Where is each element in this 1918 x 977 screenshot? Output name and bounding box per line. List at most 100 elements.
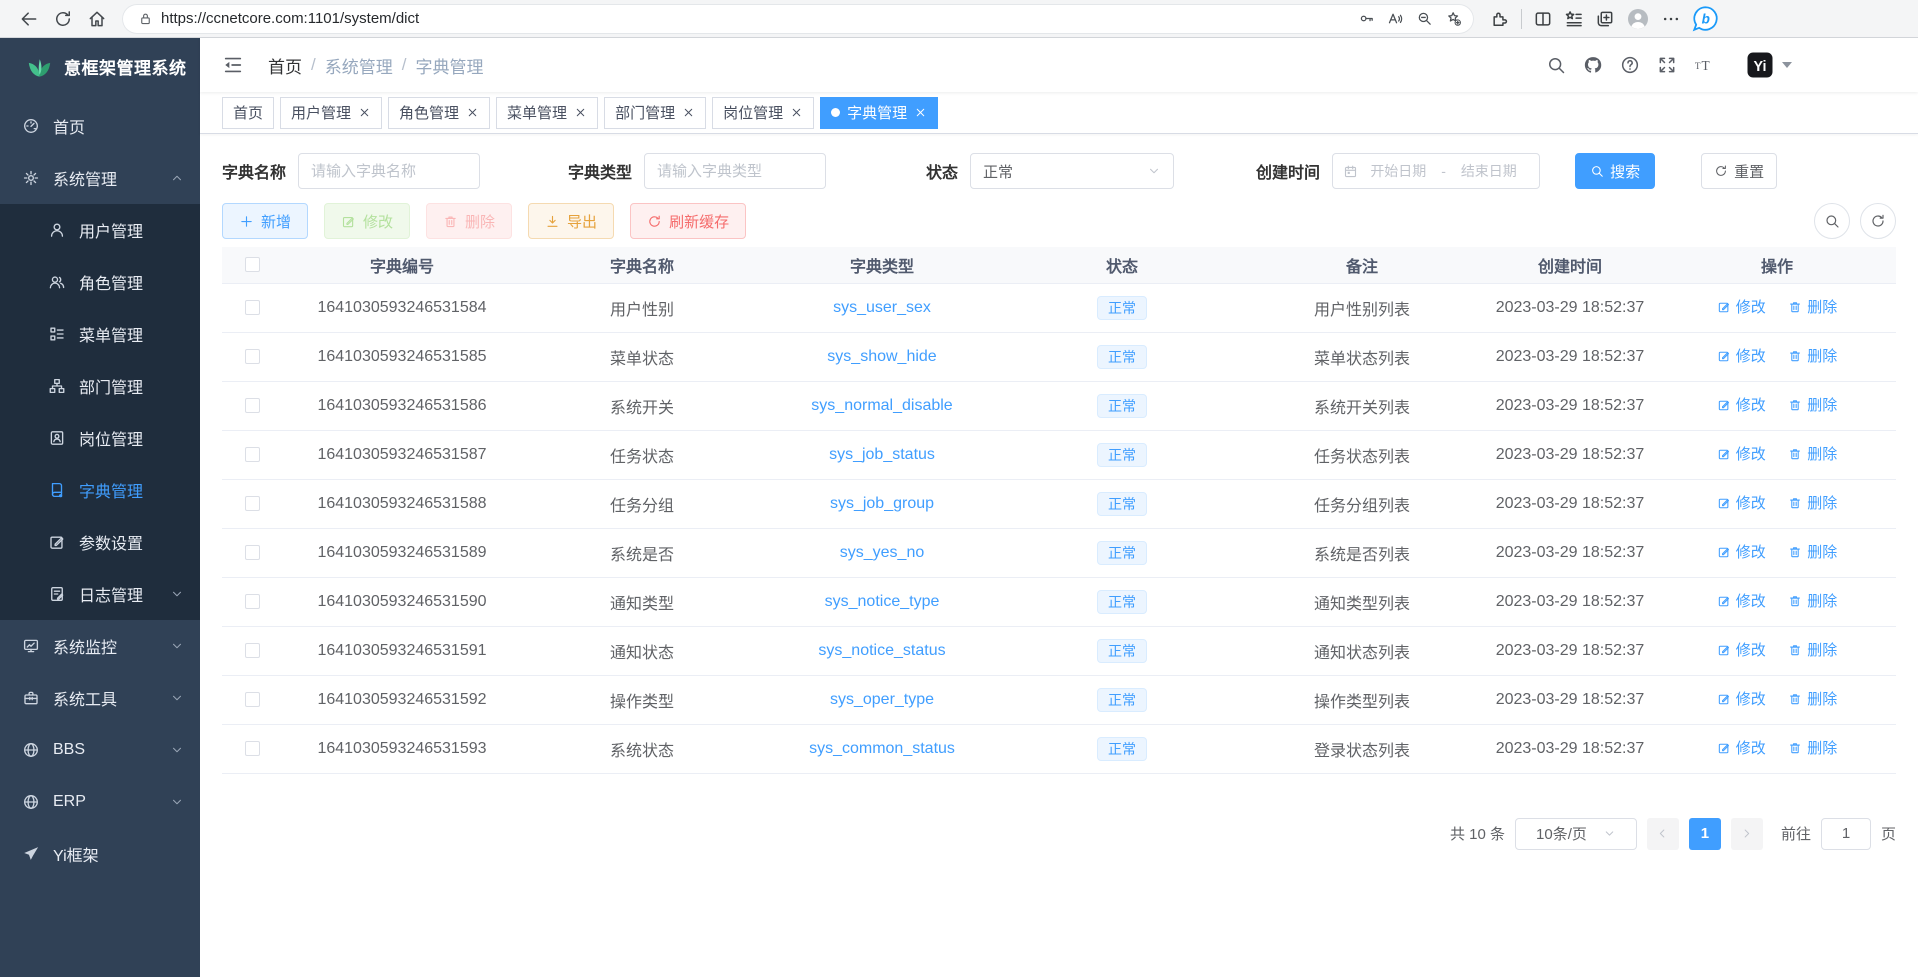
row-edit-button[interactable]: 修改	[1717, 296, 1766, 317]
sidebar-item[interactable]: 岗位管理	[0, 412, 200, 464]
browser-profile-avatar[interactable]	[1626, 7, 1650, 31]
dict-type-input[interactable]	[644, 153, 826, 189]
address-bar[interactable]: https://ccnetcore.com:1101/system/dict	[122, 4, 1474, 34]
select-all-checkbox[interactable]	[245, 257, 260, 272]
row-edit-button[interactable]: 修改	[1717, 443, 1766, 464]
row-edit-button[interactable]: 修改	[1717, 688, 1766, 709]
sidebar-item[interactable]: 系统工具	[0, 672, 200, 724]
row-delete-button[interactable]: 删除	[1788, 492, 1837, 513]
collections-icon[interactable]	[1595, 9, 1615, 29]
row-delete-button[interactable]: 删除	[1788, 737, 1837, 758]
row-delete-button[interactable]: 删除	[1788, 443, 1837, 464]
font-size-button[interactable]	[1692, 53, 1716, 77]
row-delete-button[interactable]: 删除	[1788, 394, 1837, 415]
sidebar-item[interactable]: BBS	[0, 724, 200, 776]
sidebar-item[interactable]: 日志管理	[0, 568, 200, 620]
row-checkbox[interactable]	[245, 594, 260, 609]
github-link-button[interactable]	[1581, 53, 1605, 77]
view-tab[interactable]: 部门管理	[604, 97, 706, 129]
row-edit-button[interactable]: 修改	[1717, 737, 1766, 758]
dict-type-link[interactable]: sys_job_group	[830, 495, 934, 512]
add-favorite-star-icon[interactable]	[1445, 10, 1462, 27]
row-checkbox[interactable]	[245, 741, 260, 756]
sidebar-item[interactable]: 首页	[0, 100, 200, 152]
header-search-button[interactable]	[1544, 53, 1568, 77]
close-icon[interactable]	[682, 106, 695, 119]
add-button[interactable]: 新增	[222, 203, 308, 239]
browser-home-button[interactable]	[80, 3, 114, 35]
dict-type-link[interactable]: sys_show_hide	[827, 348, 936, 365]
close-icon[interactable]	[358, 106, 371, 119]
zoom-out-icon[interactable]	[1416, 10, 1433, 27]
row-checkbox[interactable]	[245, 496, 260, 511]
refresh-table-button[interactable]	[1860, 203, 1896, 239]
row-checkbox[interactable]	[245, 349, 260, 364]
row-delete-button[interactable]: 删除	[1788, 541, 1837, 562]
row-delete-button[interactable]: 删除	[1788, 639, 1837, 660]
goto-page-input[interactable]	[1821, 818, 1871, 850]
browser-reload-button[interactable]	[46, 3, 80, 35]
row-checkbox[interactable]	[245, 545, 260, 560]
view-tab[interactable]: 角色管理	[388, 97, 490, 129]
dict-type-link[interactable]: sys_job_status	[829, 446, 935, 463]
row-edit-button[interactable]: 修改	[1717, 394, 1766, 415]
user-avatar-menu[interactable]	[1745, 50, 1792, 80]
edit-button[interactable]: 修改	[324, 203, 410, 239]
reset-button[interactable]: 重置	[1701, 153, 1777, 189]
sidebar-item[interactable]: 用户管理	[0, 204, 200, 256]
dict-type-link[interactable]: sys_notice_status	[818, 642, 945, 659]
row-edit-button[interactable]: 修改	[1717, 541, 1766, 562]
sidebar-item[interactable]: 部门管理	[0, 360, 200, 412]
prev-page-button[interactable]	[1647, 818, 1679, 850]
close-icon[interactable]	[466, 106, 479, 119]
view-tab[interactable]: 岗位管理	[712, 97, 814, 129]
read-aloud-icon[interactable]	[1387, 10, 1404, 27]
dict-name-input[interactable]	[298, 153, 480, 189]
row-checkbox[interactable]	[245, 447, 260, 462]
row-edit-button[interactable]: 修改	[1717, 590, 1766, 611]
breadcrumb-home[interactable]: 首页	[268, 53, 302, 78]
row-checkbox[interactable]	[245, 643, 260, 658]
date-range-picker[interactable]: 开始日期 - 结束日期	[1332, 153, 1540, 189]
row-delete-button[interactable]: 删除	[1788, 345, 1837, 366]
fullscreen-button[interactable]	[1655, 53, 1679, 77]
status-select[interactable]: 正常	[970, 153, 1174, 189]
delete-button[interactable]: 删除	[426, 203, 512, 239]
close-icon[interactable]	[574, 106, 587, 119]
dict-type-link[interactable]: sys_user_sex	[833, 299, 931, 316]
row-checkbox[interactable]	[245, 398, 260, 413]
browser-back-button[interactable]	[12, 3, 46, 35]
extensions-icon[interactable]	[1490, 9, 1510, 29]
sidebar-item[interactable]: 参数设置	[0, 516, 200, 568]
row-delete-button[interactable]: 删除	[1788, 688, 1837, 709]
dict-type-link[interactable]: sys_normal_disable	[811, 397, 952, 414]
view-tab[interactable]: 用户管理	[280, 97, 382, 129]
row-checkbox[interactable]	[245, 300, 260, 315]
bing-chat-icon[interactable]	[1692, 5, 1719, 32]
favorites-icon[interactable]	[1564, 9, 1584, 29]
sidebar-item[interactable]: 系统管理	[0, 152, 200, 204]
sidebar-item[interactable]: 菜单管理	[0, 308, 200, 360]
view-tab[interactable]: 首页	[222, 97, 274, 129]
dict-type-link[interactable]: sys_notice_type	[825, 593, 940, 610]
more-menu-icon[interactable]	[1661, 9, 1681, 29]
search-button[interactable]: 搜索	[1575, 153, 1655, 189]
help-button[interactable]	[1618, 53, 1642, 77]
page-size-select[interactable]: 10条/页	[1515, 818, 1637, 850]
dict-type-link[interactable]: sys_common_status	[809, 740, 955, 757]
saved-password-key-icon[interactable]	[1358, 10, 1375, 27]
split-screen-icon[interactable]	[1533, 9, 1553, 29]
dict-type-link[interactable]: sys_yes_no	[840, 544, 925, 561]
sidebar-item[interactable]: ERP	[0, 776, 200, 828]
dict-type-link[interactable]: sys_oper_type	[830, 691, 934, 708]
next-page-button[interactable]	[1731, 818, 1763, 850]
view-tab[interactable]: 菜单管理	[496, 97, 598, 129]
sidebar-item[interactable]: 字典管理	[0, 464, 200, 516]
close-icon[interactable]	[914, 106, 927, 119]
sidebar-item[interactable]: 系统监控	[0, 620, 200, 672]
refresh-cache-button[interactable]: 刷新缓存	[630, 203, 746, 239]
close-icon[interactable]	[790, 106, 803, 119]
export-button[interactable]: 导出	[528, 203, 614, 239]
row-checkbox[interactable]	[245, 692, 260, 707]
row-edit-button[interactable]: 修改	[1717, 639, 1766, 660]
